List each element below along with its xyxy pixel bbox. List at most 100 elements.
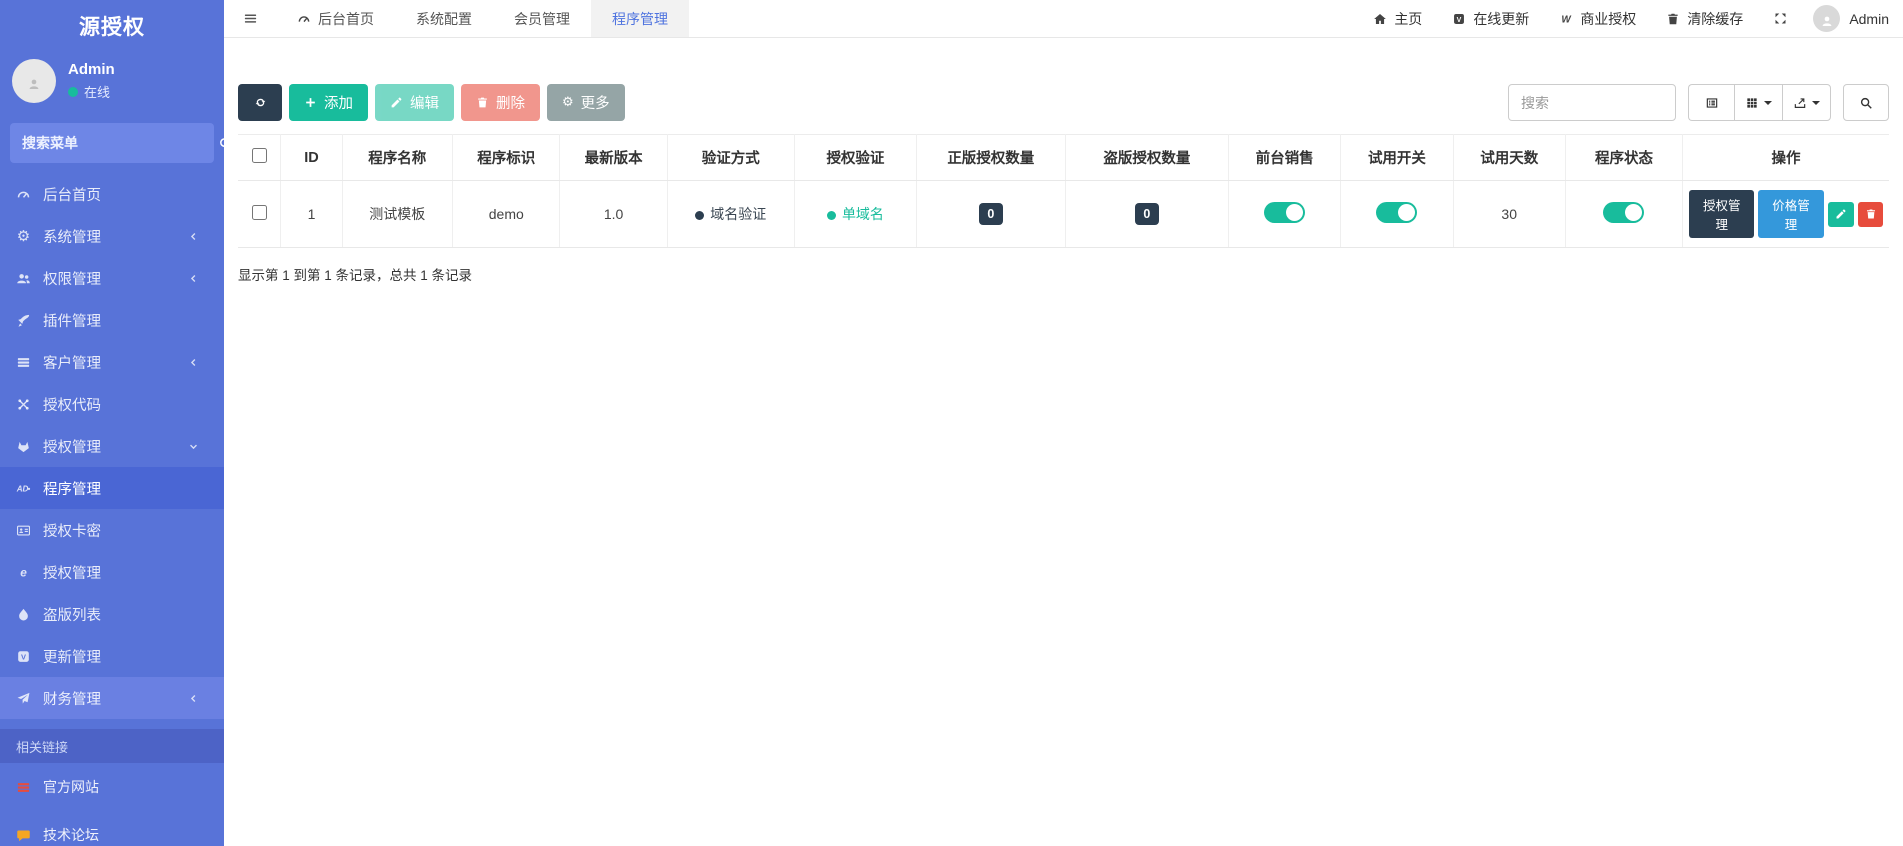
grid-icon	[1745, 96, 1759, 110]
sidebar-search	[10, 123, 232, 163]
dashboard-icon	[297, 12, 311, 26]
auth-manage-button[interactable]: 授权管理	[1689, 190, 1755, 238]
columns-button[interactable]	[1734, 84, 1782, 121]
fullscreen-icon[interactable]	[1758, 11, 1803, 26]
sidebar-section-label: 相关链接	[0, 729, 224, 763]
trash-icon	[1865, 208, 1877, 220]
home-button[interactable]: 主页	[1358, 0, 1437, 37]
sidebar-menu: 后台首页 ⚙ 系统管理 权限管理 插件管理 客户管理 授权代码 授权管理 AD 程序…	[0, 173, 224, 719]
trash-icon	[1666, 12, 1680, 26]
avatar[interactable]	[12, 59, 56, 103]
sidebar-item-plugins[interactable]: 插件管理	[0, 299, 224, 341]
paper-plane-icon	[15, 691, 32, 706]
tab-dashboard[interactable]: 后台首页	[276, 0, 395, 37]
pencil-icon	[390, 96, 403, 109]
table-search-input[interactable]	[1508, 84, 1676, 121]
sidebar-item-auth-manage[interactable]: 授权管理	[0, 425, 224, 467]
gears-icon: ⚙	[16, 226, 31, 245]
sidebar-item-auth-cards[interactable]: 授权卡密	[0, 509, 224, 551]
front-sale-toggle[interactable]	[1264, 202, 1306, 223]
wind-icon: W	[1559, 12, 1573, 26]
caret-down-icon	[1812, 100, 1820, 105]
online-update-button[interactable]: V 在线更新	[1437, 0, 1544, 37]
price-manage-button[interactable]: 价格管理	[1758, 190, 1824, 238]
sidebar-item-finance[interactable]: 财务管理	[0, 677, 224, 719]
user-status: 在线	[68, 82, 115, 101]
comment-icon	[15, 828, 32, 843]
dashboard-icon	[15, 187, 32, 202]
sidebar-item-customers[interactable]: 客户管理	[0, 341, 224, 383]
cell-auth-verify: 单域名	[793, 180, 917, 248]
delete-button[interactable]: 删除	[461, 84, 540, 121]
search-icon	[1859, 96, 1873, 110]
sidebar-item-auth-code[interactable]: 授权代码	[0, 383, 224, 425]
col-latest-version: 最新版本	[559, 134, 668, 181]
table-row: 1 测试模板 demo 1.0 域名验证 单域名 0 0 30 授权管理 价格管…	[238, 180, 1889, 248]
search-icon[interactable]	[218, 136, 233, 151]
detail-view-button[interactable]	[1688, 84, 1734, 121]
dark-dot-icon	[695, 210, 705, 220]
chevron-left-icon	[187, 273, 199, 284]
vimeo-icon: V	[15, 649, 32, 664]
row-delete-button[interactable]	[1858, 201, 1883, 227]
chevron-left-icon	[187, 231, 199, 242]
tab-members[interactable]: 会员管理	[493, 0, 591, 37]
gitlab-icon	[15, 439, 32, 454]
pencil-icon	[1835, 208, 1847, 220]
svg-text:W: W	[1562, 14, 1573, 25]
refresh-icon	[254, 96, 267, 109]
home-icon	[1373, 12, 1387, 26]
sidebar-item-system[interactable]: ⚙ 系统管理	[0, 215, 224, 257]
tab-system-config[interactable]: 系统配置	[395, 0, 493, 37]
search-toggle-button[interactable]	[1843, 84, 1889, 121]
sidebar-item-dashboard[interactable]: 后台首页	[0, 173, 224, 215]
col-auth-verify: 授权验证	[793, 134, 917, 181]
toolbar: 添加 编辑 删除 ⚙ 更多	[238, 84, 1889, 121]
app-window: 源授权 Admin 在线 后台首页 ⚙系统管理 权限管理 插件管理 客户管理 授…	[0, 0, 1903, 846]
topbar-avatar[interactable]	[1813, 5, 1841, 32]
cell-verify-mode: 域名验证	[666, 180, 795, 248]
edit-button[interactable]: 编辑	[375, 84, 454, 121]
col-front-sale: 前台销售	[1228, 134, 1341, 181]
add-button[interactable]: 添加	[289, 84, 368, 121]
pagination-summary: 显示第 1 到第 1 条记录，总共 1 条记录	[238, 268, 473, 283]
svg-text:V: V	[21, 652, 26, 661]
cell-front-sale	[1228, 180, 1341, 248]
sidebar-link-official-site[interactable]: 官方网站	[0, 763, 224, 811]
cell-actions: 授权管理 价格管理	[1682, 180, 1889, 248]
list-icon	[15, 780, 32, 795]
sidebar: 源授权 Admin 在线 后台首页 ⚙系统管理 权限管理 插件管理 客户管理 授…	[0, 0, 232, 846]
rocket-icon	[15, 313, 32, 328]
drop-icon	[15, 607, 32, 622]
col-verify-mode: 验证方式	[666, 134, 795, 181]
trial-switch-toggle[interactable]	[1376, 202, 1418, 223]
topbar-tabs: 后台首页 系统配置 会员管理 程序管理	[276, 0, 689, 37]
tab-programs[interactable]: 程序管理	[591, 0, 689, 37]
refresh-button[interactable]	[238, 84, 282, 121]
select-all-checkbox[interactable]	[251, 148, 267, 163]
topbar-user-label[interactable]: Admin	[1849, 11, 1889, 27]
export-button[interactable]	[1782, 84, 1831, 121]
more-button[interactable]: ⚙ 更多	[547, 84, 625, 121]
sidebar-item-permissions[interactable]: 权限管理	[0, 257, 224, 299]
sidebar-item-programs[interactable]: AD 程序管理	[0, 467, 224, 509]
hamburger-menu-icon[interactable]	[224, 0, 276, 37]
cell-trial-switch	[1340, 180, 1454, 248]
commercial-license-button[interactable]: W 商业授权	[1544, 0, 1651, 37]
sidebar-item-auth-manage-2[interactable]: e 授权管理	[0, 551, 224, 593]
cell-genuine-count: 0	[916, 180, 1066, 248]
col-program-slug: 程序标识	[452, 134, 560, 181]
sidebar-item-pirated-list[interactable]: 盗版列表	[0, 593, 224, 635]
col-genuine-count: 正版授权数量	[916, 134, 1066, 181]
list-icon	[15, 355, 32, 370]
cell-trial-days: 30	[1452, 180, 1566, 248]
list-alt-icon	[1705, 96, 1719, 110]
svg-text:e: e	[20, 565, 27, 579]
clear-cache-button[interactable]: 清除缓存	[1651, 0, 1758, 37]
sidebar-search-input[interactable]	[22, 135, 218, 151]
row-checkbox[interactable]	[251, 205, 267, 220]
row-edit-button[interactable]	[1827, 201, 1855, 227]
sidebar-link-tech-forum[interactable]: 技术论坛	[0, 811, 224, 846]
program-status-toggle[interactable]	[1603, 202, 1645, 223]
sidebar-item-updates[interactable]: V 更新管理	[0, 635, 224, 677]
